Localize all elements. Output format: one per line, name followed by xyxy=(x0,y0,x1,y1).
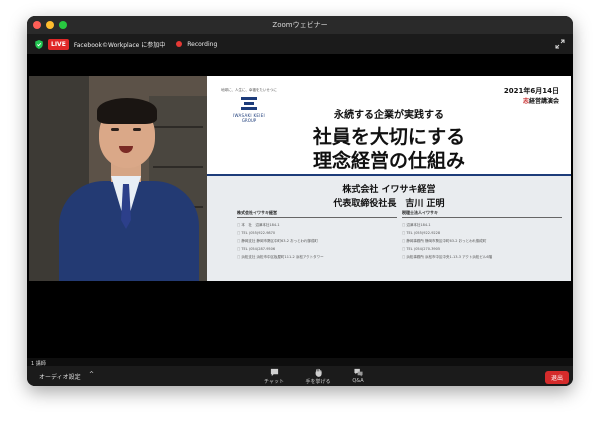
audio-settings-button[interactable]: オーディオ設定 xyxy=(39,372,81,381)
qa-label: Q&A xyxy=(352,378,364,384)
slide-lecture-name: 志経営講演会 xyxy=(523,96,559,105)
office-row: 浜松支社 浜松市中区板屋町111-2 浜松アクトタワー xyxy=(237,253,397,261)
office-row: TEL (055)922-9228 xyxy=(402,229,562,237)
leave-button[interactable]: 退出 xyxy=(544,371,569,384)
close-window-button[interactable] xyxy=(33,21,41,29)
recording-dot-icon xyxy=(176,41,183,47)
chat-button[interactable]: チャット xyxy=(259,368,289,385)
zoom-window-button[interactable] xyxy=(59,21,67,29)
meeting-info-bar: LIVE Facebook©Workplace に参加中 Recording xyxy=(27,34,573,54)
raise-hand-label: 手を挙げる xyxy=(305,379,331,385)
minimize-window-button[interactable] xyxy=(46,21,54,29)
office-row: TEL (054)270-3905 xyxy=(402,245,562,253)
raise-hand-button[interactable]: 手を挙げる xyxy=(303,368,333,385)
logo-tagline: 地球に、人生に、幸福をたいせつに xyxy=(221,88,277,92)
window-title: Zoomウェビナー xyxy=(272,21,328,29)
slide-date: 2021年6月14日 xyxy=(503,87,559,95)
presenter-video xyxy=(29,76,207,281)
slide-company-name: 株式会社 イワサキ経営 xyxy=(342,185,436,195)
presenter-eye xyxy=(133,128,141,131)
window-controls xyxy=(33,21,67,29)
left-col-heading: 株式会社イワサキ経営 xyxy=(237,210,397,218)
office-row: 浜松事務所 浜松市中区中央1-13-3 アクト浜松ビル6階 xyxy=(402,253,562,261)
slide-title-line1: 社員を大切にする xyxy=(312,126,466,148)
speaker-strip xyxy=(27,358,573,366)
presentation-slide: 地球に、人生に、幸福をたいせつに IWASAKI KEIEI GROUP 202… xyxy=(207,76,571,281)
fullscreen-icon[interactable] xyxy=(555,39,565,49)
slide-subtitle: 永続する企業が実践する xyxy=(334,110,444,121)
meeting-toolbar: オーディオ設定 ^ チャット 手を挙げる Q&A 退出 xyxy=(27,366,573,386)
presenter-hair xyxy=(97,98,157,124)
stream-status-text: Facebook©Workplace に参加中 xyxy=(73,41,166,49)
right-col-heading: 税理士法人イワサキ xyxy=(402,210,562,218)
office-row: TEL (054)287-9506 xyxy=(237,245,397,253)
slide-ceo-name: 代表取締役社長 吉川 正明 xyxy=(333,199,445,209)
shared-screen: 地球に、人生に、幸福をたいせつに IWASAKI KEIEI GROUP 202… xyxy=(29,76,571,281)
office-row: 沼津本社184-1 xyxy=(402,221,562,229)
office-row: 静岡事務所 静岡市葵区中町63-2 おっとわれ御成町 xyxy=(402,237,562,245)
chat-icon xyxy=(270,368,278,377)
slide-divider xyxy=(207,174,571,176)
chat-label: チャット xyxy=(264,379,284,385)
live-badge[interactable]: LIVE xyxy=(48,38,69,50)
office-row: 静岡支社 静岡市葵区中町63-2 おっとわれ御成町 xyxy=(237,237,397,245)
presenter-eye xyxy=(111,128,119,131)
left-office-list: 株式会社イワサキ経営 本 社 沼津本社184-1 TEL (055)922-98… xyxy=(237,210,397,261)
slide-title-line2: 理念経営の仕組み xyxy=(312,150,465,172)
lecture-rest: 経営講演会 xyxy=(528,98,559,105)
zoom-webinar-window: Zoomウェビナー LIVE Facebook©Workplace に参加中 R… xyxy=(27,16,573,386)
right-office-list: 税理士法人イワサキ 沼津本社184-1 TEL (055)922-9228 静岡… xyxy=(402,210,562,261)
recording-label: Recording xyxy=(187,40,218,48)
hand-icon xyxy=(315,368,322,377)
chevron-up-icon[interactable]: ^ xyxy=(89,371,94,378)
title-bar: Zoomウェビナー xyxy=(27,16,573,34)
shield-icon[interactable] xyxy=(35,39,43,49)
office-row: 本 社 沼津本社184-1 xyxy=(237,221,397,229)
qa-icon xyxy=(353,368,363,377)
office-row: TEL (055)922-9870 xyxy=(237,229,397,237)
qa-button[interactable]: Q&A xyxy=(343,368,373,384)
